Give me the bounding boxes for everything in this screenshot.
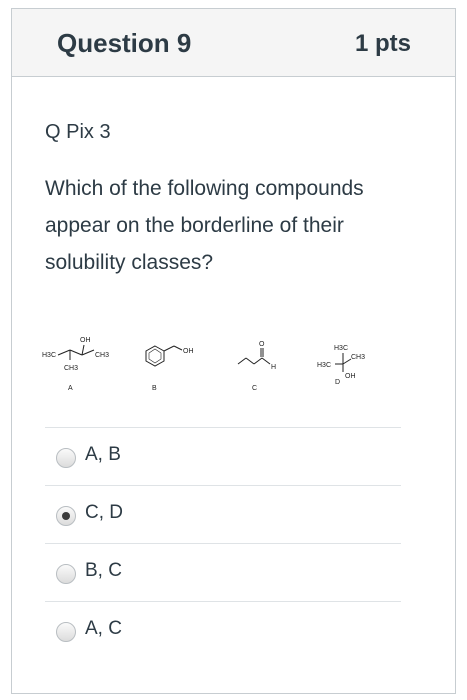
structure-b-label: B xyxy=(152,385,157,392)
chemical-structures-image: OH H3C CH3 CH3 A OH B O H C H3C CH3 H3C … xyxy=(42,337,365,392)
radio-button-selected[interactable] xyxy=(56,506,76,526)
structure-a-label: A xyxy=(68,385,73,392)
answer-label: A, B xyxy=(85,444,121,465)
structure-a-atom-h3c: H3C xyxy=(42,352,56,359)
structure-d-atom-ch3: CH3 xyxy=(351,354,365,361)
question-title: Question 9 xyxy=(57,28,192,58)
answer-list: A, B C, D B, C A, C xyxy=(45,427,401,659)
question-header: Question 9 1 pts xyxy=(12,9,455,77)
radio-button[interactable] xyxy=(56,448,76,468)
radio-button[interactable] xyxy=(56,622,76,642)
structure-d: H3C CH3 H3C OH D xyxy=(317,345,365,386)
structure-c-label: C xyxy=(252,385,257,392)
structure-d-atom-oh: OH xyxy=(345,373,356,380)
structure-c: O H C xyxy=(237,341,276,392)
structure-a-atom-ch3: CH3 xyxy=(95,352,109,359)
answer-option-3[interactable]: B, C xyxy=(45,543,401,601)
answer-option-1[interactable]: A, B xyxy=(45,427,401,485)
answer-option-2[interactable]: C, D xyxy=(45,485,401,543)
answer-label: C, D xyxy=(85,502,123,523)
answer-option-4[interactable]: A, C xyxy=(45,601,401,659)
structure-c-atom-o: O xyxy=(259,341,265,348)
structure-d-label: D xyxy=(335,379,340,386)
structure-c-atom-h: H xyxy=(271,364,276,371)
question-subtitle: Q Pix 3 xyxy=(45,121,111,143)
radio-button[interactable] xyxy=(56,564,76,584)
structure-d-atom-h3c-left: H3C xyxy=(317,362,331,369)
structure-a: OH H3C CH3 CH3 A xyxy=(42,337,109,392)
structure-a-atom-ch3-2: CH3 xyxy=(64,365,78,372)
structure-b-atom-oh: OH xyxy=(183,348,194,355)
structure-d-atom-h3c-top: H3C xyxy=(334,345,348,352)
structure-b: OH B xyxy=(145,345,194,392)
answer-label: B, C xyxy=(85,560,122,581)
structure-a-atom-oh: OH xyxy=(80,337,91,344)
answer-label: A, C xyxy=(85,618,122,639)
question-points: 1 pts xyxy=(354,30,411,57)
question-text: Which of the following compounds appear … xyxy=(45,177,364,274)
